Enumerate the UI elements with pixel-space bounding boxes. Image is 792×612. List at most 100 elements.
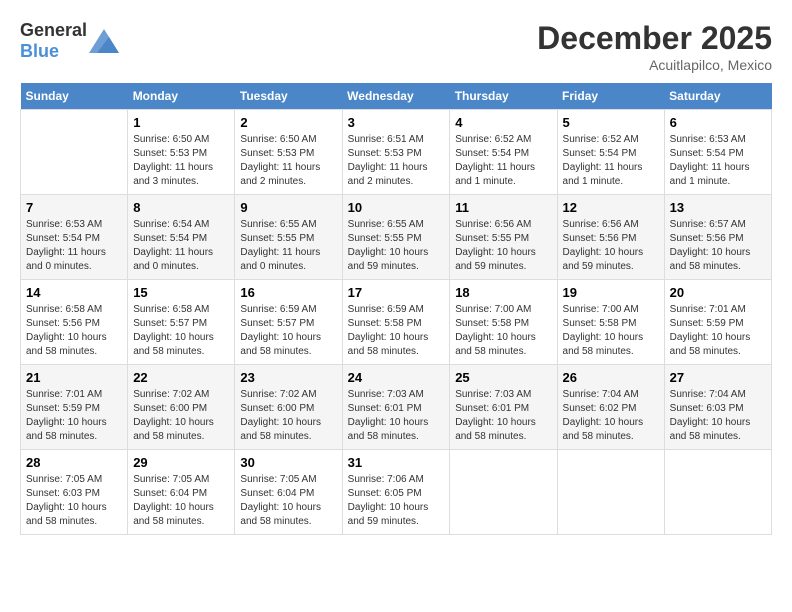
- day-cell: 6 Sunrise: 6:53 AMSunset: 5:54 PMDaylight…: [664, 110, 771, 195]
- day-number: 7: [26, 200, 122, 215]
- day-cell: [21, 110, 128, 195]
- day-info: Sunrise: 6:59 AMSunset: 5:58 PMDaylight:…: [348, 303, 445, 359]
- day-cell: 25Sunrise: 7:03 AMSunset: 6:01 PMDayligh…: [450, 365, 557, 450]
- location-title: Acuitlapilco, Mexico: [537, 57, 772, 73]
- day-info: Sunrise: 6:51 AMSunset: 5:53 PMDaylight:…: [348, 133, 445, 189]
- day-info: Sunrise: 7:05 AMSunset: 6:04 PMDaylight:…: [133, 473, 229, 529]
- day-cell: 21 Sunrise: 7:01 AMSunset: 5:59 PMDayligh…: [21, 365, 128, 450]
- day-cell: 2 Sunrise: 6:50 AMSunset: 5:53 PMDaylight…: [235, 110, 342, 195]
- day-cell: 29 Sunrise: 7:05 AMSunset: 6:04 PMDayligh…: [128, 450, 235, 535]
- day-info: Sunrise: 6:50 AMSunset: 5:53 PMDaylight:…: [133, 133, 229, 189]
- col-header-friday: Friday: [557, 83, 664, 110]
- day-number: 23: [240, 370, 336, 385]
- day-cell: 10Sunrise: 6:55 AMSunset: 5:55 PMDayligh…: [342, 195, 450, 280]
- day-number: 28: [26, 455, 122, 470]
- day-cell: 17Sunrise: 6:59 AMSunset: 5:58 PMDayligh…: [342, 280, 450, 365]
- col-header-monday: Monday: [128, 83, 235, 110]
- day-number: 2: [240, 115, 336, 130]
- day-number: 24: [348, 370, 445, 385]
- week-row-1: 1 Sunrise: 6:50 AMSunset: 5:53 PMDaylight…: [21, 110, 772, 195]
- day-cell: 16 Sunrise: 6:59 AMSunset: 5:57 PMDayligh…: [235, 280, 342, 365]
- month-title: December 2025: [537, 20, 772, 57]
- week-row-2: 7 Sunrise: 6:53 AMSunset: 5:54 PMDaylight…: [21, 195, 772, 280]
- calendar-table: SundayMondayTuesdayWednesdayThursdayFrid…: [20, 83, 772, 535]
- day-cell: 3 Sunrise: 6:51 AMSunset: 5:53 PMDaylight…: [342, 110, 450, 195]
- day-info: Sunrise: 7:01 AMSunset: 5:59 PMDaylight:…: [26, 388, 122, 444]
- day-info: Sunrise: 6:58 AMSunset: 5:56 PMDaylight:…: [26, 303, 122, 359]
- day-cell: 9 Sunrise: 6:55 AMSunset: 5:55 PMDaylight…: [235, 195, 342, 280]
- week-row-5: 28Sunrise: 7:05 AMSunset: 6:03 PMDayligh…: [21, 450, 772, 535]
- week-row-4: 21 Sunrise: 7:01 AMSunset: 5:59 PMDayligh…: [21, 365, 772, 450]
- day-cell: 31Sunrise: 7:06 AMSunset: 6:05 PMDayligh…: [342, 450, 450, 535]
- day-info: Sunrise: 7:00 AMSunset: 5:58 PMDaylight:…: [563, 303, 659, 359]
- day-cell: 5 Sunrise: 6:52 AMSunset: 5:54 PMDaylight…: [557, 110, 664, 195]
- day-number: 12: [563, 200, 659, 215]
- day-info: Sunrise: 6:59 AMSunset: 5:57 PMDaylight:…: [240, 303, 336, 359]
- day-info: Sunrise: 6:50 AMSunset: 5:53 PMDaylight:…: [240, 133, 336, 189]
- day-cell: 13Sunrise: 6:57 AMSunset: 5:56 PMDayligh…: [664, 195, 771, 280]
- week-row-3: 14Sunrise: 6:58 AMSunset: 5:56 PMDayligh…: [21, 280, 772, 365]
- day-number: 4: [455, 115, 551, 130]
- day-info: Sunrise: 7:05 AMSunset: 6:04 PMDaylight:…: [240, 473, 336, 529]
- day-info: Sunrise: 6:55 AMSunset: 5:55 PMDaylight:…: [348, 218, 445, 274]
- day-cell: 15 Sunrise: 6:58 AMSunset: 5:57 PMDayligh…: [128, 280, 235, 365]
- day-number: 22: [133, 370, 229, 385]
- day-info: Sunrise: 7:03 AMSunset: 6:01 PMDaylight:…: [348, 388, 445, 444]
- day-info: Sunrise: 6:58 AMSunset: 5:57 PMDaylight:…: [133, 303, 229, 359]
- day-cell: 12 Sunrise: 6:56 AMSunset: 5:56 PMDayligh…: [557, 195, 664, 280]
- day-cell: 28Sunrise: 7:05 AMSunset: 6:03 PMDayligh…: [21, 450, 128, 535]
- day-cell: 11 Sunrise: 6:56 AMSunset: 5:55 PMDayligh…: [450, 195, 557, 280]
- day-info: Sunrise: 7:00 AMSunset: 5:58 PMDaylight:…: [455, 303, 551, 359]
- day-number: 20: [670, 285, 766, 300]
- day-number: 11: [455, 200, 551, 215]
- logo-blue: Blue: [20, 41, 59, 61]
- day-info: Sunrise: 6:52 AMSunset: 5:54 PMDaylight:…: [563, 133, 659, 189]
- day-cell: 19 Sunrise: 7:00 AMSunset: 5:58 PMDayligh…: [557, 280, 664, 365]
- day-number: 5: [563, 115, 659, 130]
- title-section: December 2025 Acuitlapilco, Mexico: [537, 20, 772, 73]
- day-cell: [664, 450, 771, 535]
- day-number: 13: [670, 200, 766, 215]
- day-number: 19: [563, 285, 659, 300]
- day-info: Sunrise: 6:54 AMSunset: 5:54 PMDaylight:…: [133, 218, 229, 274]
- day-info: Sunrise: 6:52 AMSunset: 5:54 PMDaylight:…: [455, 133, 551, 189]
- day-number: 9: [240, 200, 336, 215]
- day-info: Sunrise: 6:53 AMSunset: 5:54 PMDaylight:…: [670, 133, 766, 189]
- day-cell: 1 Sunrise: 6:50 AMSunset: 5:53 PMDaylight…: [128, 110, 235, 195]
- day-info: Sunrise: 7:01 AMSunset: 5:59 PMDaylight:…: [670, 303, 766, 359]
- day-cell: 4 Sunrise: 6:52 AMSunset: 5:54 PMDaylight…: [450, 110, 557, 195]
- day-number: 27: [670, 370, 766, 385]
- logo-icon: [89, 29, 119, 53]
- day-number: 8: [133, 200, 229, 215]
- day-info: Sunrise: 6:55 AMSunset: 5:55 PMDaylight:…: [240, 218, 336, 274]
- day-info: Sunrise: 6:53 AMSunset: 5:54 PMDaylight:…: [26, 218, 122, 274]
- day-cell: [557, 450, 664, 535]
- day-info: Sunrise: 7:03 AMSunset: 6:01 PMDaylight:…: [455, 388, 551, 444]
- day-number: 3: [348, 115, 445, 130]
- day-number: 30: [240, 455, 336, 470]
- day-number: 15: [133, 285, 229, 300]
- day-info: Sunrise: 7:04 AMSunset: 6:02 PMDaylight:…: [563, 388, 659, 444]
- day-number: 6: [670, 115, 766, 130]
- day-info: Sunrise: 7:06 AMSunset: 6:05 PMDaylight:…: [348, 473, 445, 529]
- day-number: 1: [133, 115, 229, 130]
- day-cell: 14Sunrise: 6:58 AMSunset: 5:56 PMDayligh…: [21, 280, 128, 365]
- day-cell: 18 Sunrise: 7:00 AMSunset: 5:58 PMDayligh…: [450, 280, 557, 365]
- day-info: Sunrise: 6:56 AMSunset: 5:56 PMDaylight:…: [563, 218, 659, 274]
- day-number: 29: [133, 455, 229, 470]
- day-cell: 8 Sunrise: 6:54 AMSunset: 5:54 PMDaylight…: [128, 195, 235, 280]
- day-info: Sunrise: 7:02 AMSunset: 6:00 PMDaylight:…: [133, 388, 229, 444]
- day-number: 16: [240, 285, 336, 300]
- day-cell: 7 Sunrise: 6:53 AMSunset: 5:54 PMDaylight…: [21, 195, 128, 280]
- col-header-wednesday: Wednesday: [342, 83, 450, 110]
- day-number: 18: [455, 285, 551, 300]
- day-number: 21: [26, 370, 122, 385]
- day-cell: 23Sunrise: 7:02 AMSunset: 6:00 PMDayligh…: [235, 365, 342, 450]
- day-info: Sunrise: 6:56 AMSunset: 5:55 PMDaylight:…: [455, 218, 551, 274]
- day-cell: 27Sunrise: 7:04 AMSunset: 6:03 PMDayligh…: [664, 365, 771, 450]
- day-cell: 26 Sunrise: 7:04 AMSunset: 6:02 PMDayligh…: [557, 365, 664, 450]
- col-header-saturday: Saturday: [664, 83, 771, 110]
- day-cell: 20 Sunrise: 7:01 AMSunset: 5:59 PMDayligh…: [664, 280, 771, 365]
- col-header-tuesday: Tuesday: [235, 83, 342, 110]
- day-number: 26: [563, 370, 659, 385]
